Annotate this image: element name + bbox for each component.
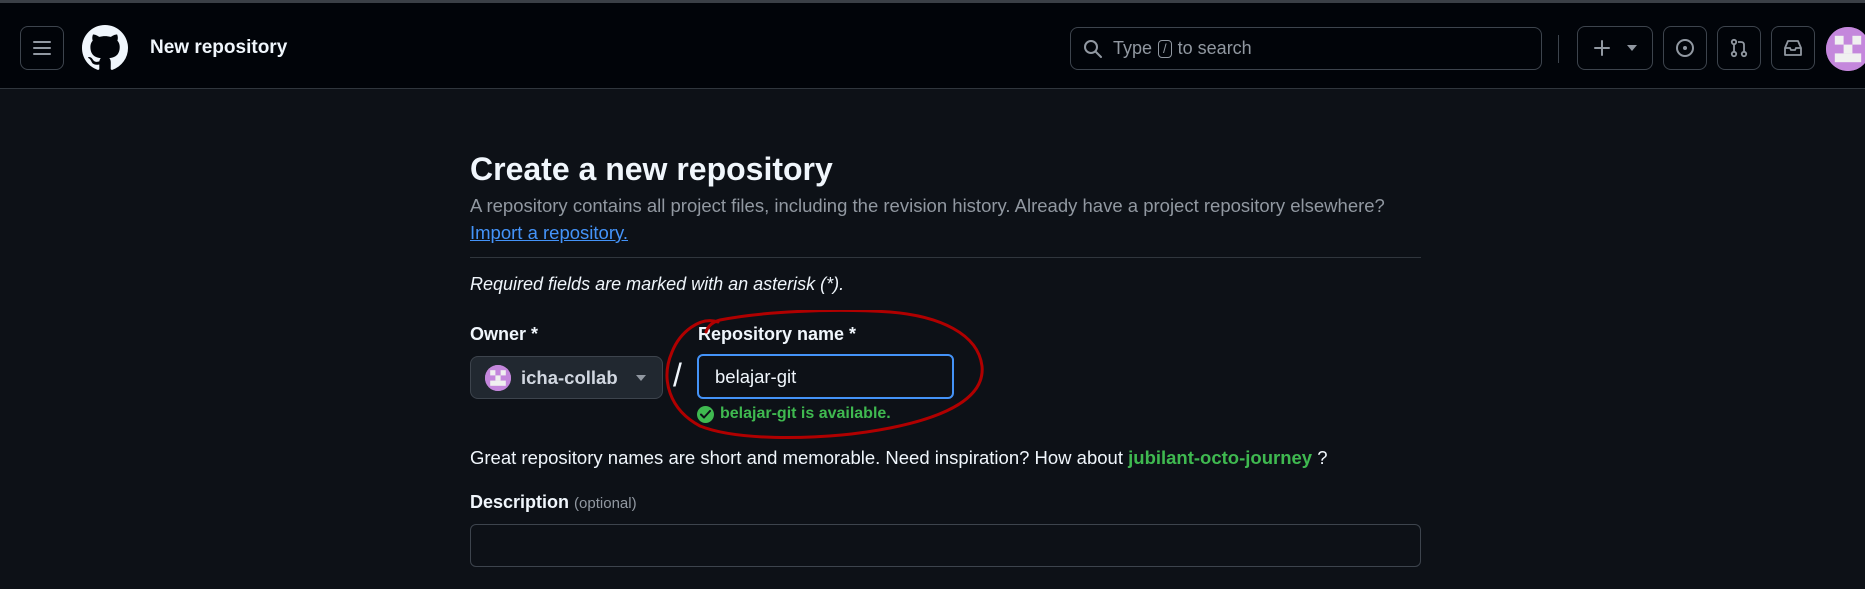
page-description: A repository contains all project files,… [470, 195, 1385, 216]
name-suggestion: Great repository names are short and mem… [470, 447, 1328, 469]
plus-icon [1594, 40, 1610, 56]
suggestion-text: Great repository names are short and mem… [470, 447, 1123, 468]
top-navigation-bar: New repository Type / to search [0, 0, 1865, 89]
inbox-button[interactable] [1771, 26, 1815, 70]
search-placeholder-suffix: to search [1177, 38, 1252, 58]
import-repository-link[interactable]: Import a repository. [470, 222, 628, 244]
owner-label: Owner * [470, 324, 539, 344]
search-icon [1084, 39, 1102, 58]
owner-repo-separator: / [673, 357, 682, 393]
user-avatar[interactable] [1826, 27, 1865, 71]
hamburger-menu-button[interactable] [20, 26, 64, 70]
suggestion-end: ? [1317, 447, 1328, 468]
availability-message: belajar-git is available. [697, 405, 891, 423]
search-placeholder-prefix: Type [1113, 38, 1153, 58]
suggested-name-link[interactable]: jubilant-octo-journey [1128, 447, 1312, 468]
pull-requests-button[interactable] [1717, 26, 1761, 70]
owner-avatar [485, 364, 511, 391]
hamburger-icon [33, 41, 51, 55]
github-logo-icon[interactable] [82, 25, 128, 71]
description-input[interactable] [470, 524, 1421, 567]
identicon-avatar-icon [485, 364, 511, 391]
pull-requests-icon [1730, 38, 1748, 58]
availability-text: belajar-git is available. [720, 405, 891, 422]
create-new-button[interactable] [1577, 26, 1653, 70]
repository-name-input[interactable] [697, 354, 954, 399]
header-divider [1558, 35, 1559, 63]
required-fields-note: Required fields are marked with an aster… [470, 274, 845, 294]
issues-icon [1676, 39, 1694, 57]
search-input[interactable]: Type / to search [1070, 27, 1542, 70]
chevron-down-icon [1627, 45, 1637, 51]
issues-button[interactable] [1663, 26, 1707, 70]
owner-dropdown[interactable]: icha-collab [470, 356, 663, 399]
identicon-avatar-icon [1826, 27, 1865, 71]
owner-name: icha-collab [521, 366, 618, 388]
inbox-icon [1784, 40, 1802, 56]
page-title: Create a new repository [470, 151, 833, 187]
chevron-down-icon [635, 374, 646, 381]
description-label-text: Description [470, 492, 570, 512]
check-circle-icon [697, 405, 714, 423]
search-shortcut-key: / [1158, 39, 1172, 58]
section-divider [470, 257, 1421, 258]
description-label: Description (optional) [470, 492, 637, 513]
page-context-title: New repository [150, 37, 288, 58]
repository-name-label: Repository name * [698, 324, 857, 344]
description-optional-hint: (optional) [574, 495, 637, 512]
scrollbar[interactable] [1860, 95, 1865, 115]
